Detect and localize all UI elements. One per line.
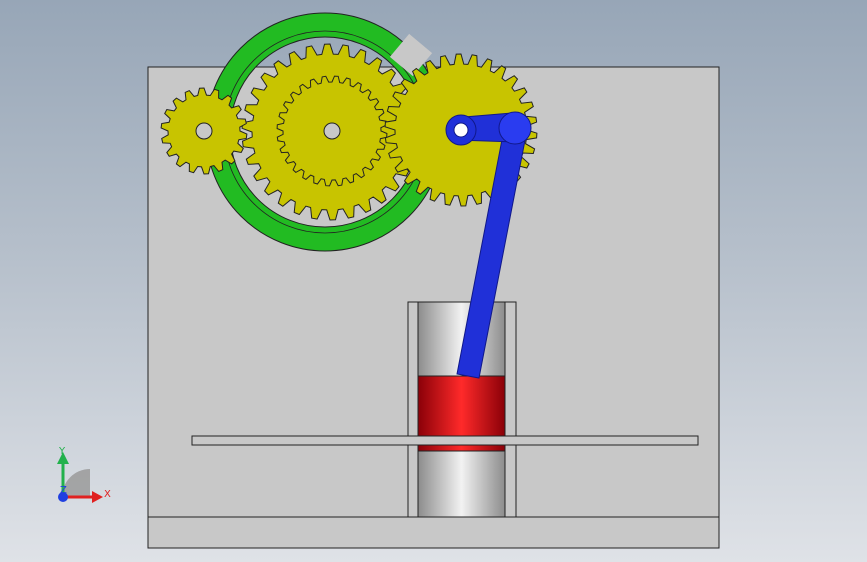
coordinate-triad: Y X Z (57, 446, 111, 503)
mechanism-scene[interactable]: Y X Z (0, 0, 867, 562)
axis-label-y: Y (58, 446, 66, 457)
crank-arm[interactable] (445, 111, 532, 146)
graphics-viewport[interactable]: Y X Z (0, 0, 867, 562)
guide-bar[interactable] (191, 435, 699, 446)
axis-label-x: X (104, 489, 111, 500)
gear-left-hub (195, 122, 213, 140)
sun-gear-hub (323, 122, 341, 140)
axis-label-z: Z (60, 485, 67, 496)
